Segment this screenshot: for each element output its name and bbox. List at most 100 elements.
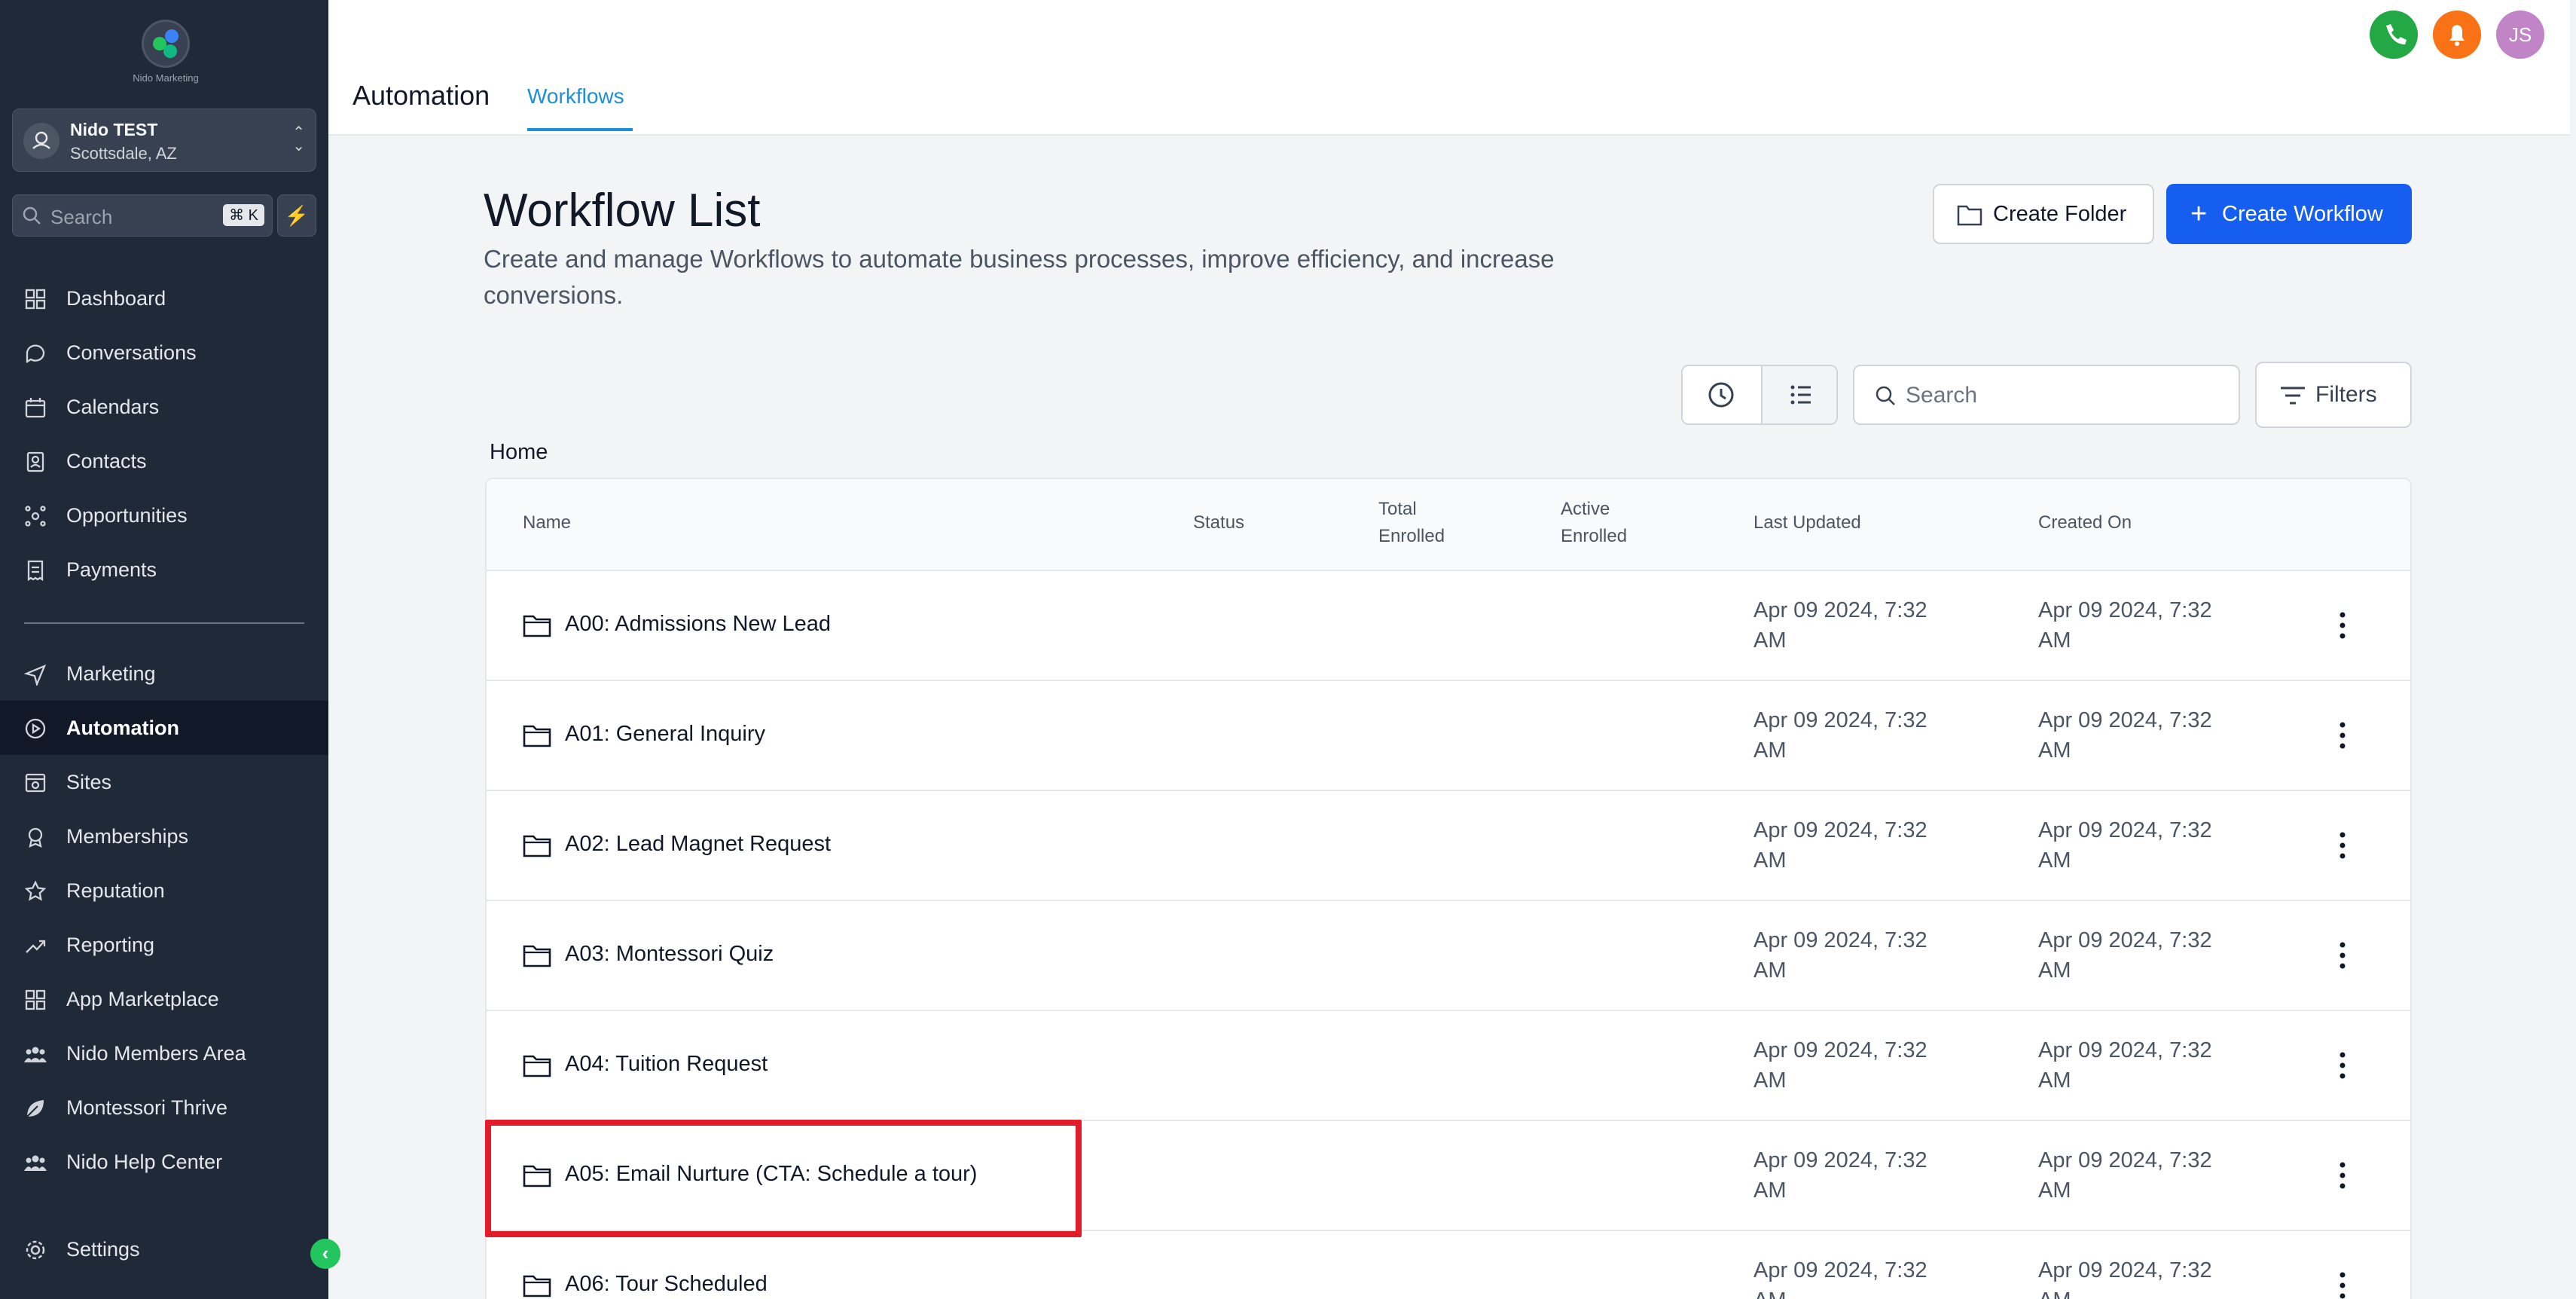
sidebar-item-label: Nido Help Center bbox=[66, 1151, 223, 1173]
table-row[interactable]: A02: Lead Magnet Request Apr 09 2024, 7:3… bbox=[487, 791, 2410, 901]
folder-icon bbox=[523, 1055, 551, 1077]
more-options-icon[interactable] bbox=[2333, 829, 2352, 862]
breadcrumb[interactable]: Home bbox=[490, 440, 548, 465]
sidebar-item-reputation[interactable]: Reputation bbox=[0, 863, 328, 918]
sidebar-item-label: Montessori Thrive bbox=[66, 1096, 228, 1119]
more-options-icon[interactable] bbox=[2333, 939, 2352, 972]
phone-icon[interactable] bbox=[2370, 11, 2418, 59]
notification-bell-icon[interactable] bbox=[2433, 11, 2481, 59]
workflow-folder-name[interactable]: A06: Tour Scheduled bbox=[565, 1272, 768, 1297]
sidebar-item-sites[interactable]: Sites bbox=[0, 755, 328, 809]
workflow-folder-name[interactable]: A03: Montessori Quiz bbox=[565, 942, 774, 967]
sidebar-item-montessori-thrive[interactable]: Montessori Thrive bbox=[0, 1080, 328, 1135]
column-header-last-updated[interactable]: Last Updated bbox=[1753, 509, 1861, 536]
sidebar-item-nido-members-area[interactable]: Nido Members Area bbox=[0, 1026, 328, 1080]
workflow-search-input[interactable]: Search bbox=[1853, 365, 2240, 425]
list-view-button[interactable] bbox=[1761, 366, 1836, 423]
automation-icon bbox=[25, 718, 46, 739]
column-header-name[interactable]: Name bbox=[523, 509, 571, 536]
sidebar-item-opportunities[interactable]: Opportunities bbox=[0, 488, 328, 543]
sidebar-item-label: Memberships bbox=[66, 825, 189, 848]
column-header-total-enrolled[interactable]: Total Enrolled bbox=[1378, 496, 1445, 550]
grid-icon bbox=[25, 989, 46, 1010]
sidebar-item-label: App Marketplace bbox=[66, 988, 219, 1010]
leaf-icon bbox=[26, 1100, 44, 1117]
more-options-icon[interactable] bbox=[2333, 719, 2352, 752]
sidebar-item-memberships[interactable]: Memberships bbox=[0, 809, 328, 863]
sidebar-item-settings[interactable]: Settings bbox=[0, 1222, 328, 1276]
sidebar-divider bbox=[24, 622, 304, 624]
search-placeholder: Search bbox=[50, 206, 113, 228]
table-row[interactable]: A04: Tuition Request Apr 09 2024, 7:32 AM A… bbox=[487, 1011, 2410, 1121]
clock-icon bbox=[1708, 382, 1734, 408]
created-on-cell: Apr 09 2024, 7:32AM bbox=[2038, 1038, 2212, 1093]
collapse-sidebar-icon[interactable]: ‹ bbox=[310, 1239, 340, 1269]
search-icon bbox=[23, 206, 41, 225]
workflow-folder-name[interactable]: A00: Admissions New Lead bbox=[565, 612, 831, 637]
sidebar-item-conversations[interactable]: Conversations bbox=[0, 326, 328, 380]
workflow-folder-name[interactable]: A02: Lead Magnet Request bbox=[565, 832, 831, 857]
star-icon bbox=[24, 880, 47, 901]
recent-view-button[interactable] bbox=[1683, 366, 1760, 423]
sidebar-item-dashboard[interactable]: Dashboard bbox=[0, 271, 328, 326]
sidebar-item-label: Dashboard bbox=[66, 287, 166, 310]
list-icon bbox=[1790, 385, 1811, 405]
sidebar-item-marketing[interactable]: Marketing bbox=[0, 646, 328, 701]
column-header-status[interactable]: Status bbox=[1193, 509, 1244, 536]
folder-icon bbox=[523, 1275, 551, 1297]
sidebar-item-label: Calendars bbox=[66, 396, 160, 418]
last-updated-cell: Apr 09 2024, 7:32AM bbox=[1753, 818, 1927, 873]
quick-action-bolt-icon[interactable]: ⚡ bbox=[277, 194, 316, 237]
plus-icon: + bbox=[2190, 198, 2208, 230]
workflow-folder-name[interactable]: A01: General Inquiry bbox=[565, 722, 765, 747]
more-options-icon[interactable] bbox=[2333, 1269, 2352, 1299]
folder-icon bbox=[523, 615, 551, 637]
workflow-folder-name[interactable]: A04: Tuition Request bbox=[565, 1052, 768, 1077]
created-on-cell: Apr 09 2024, 7:32AM bbox=[2038, 708, 2212, 763]
last-updated-cell: Apr 09 2024, 7:32AM bbox=[1753, 598, 1927, 653]
sidebar-item-label: Automation bbox=[66, 717, 179, 739]
sidebar-item-reporting[interactable]: Reporting bbox=[0, 918, 328, 972]
more-options-icon[interactable] bbox=[2333, 609, 2352, 642]
page-heading: Workflow List bbox=[484, 185, 761, 237]
opportunities-icon bbox=[25, 506, 46, 527]
sidebar-item-label: Settings bbox=[66, 1238, 140, 1261]
filters-button[interactable]: Filters bbox=[2255, 362, 2412, 428]
table-row[interactable]: A01: General Inquiry Apr 09 2024, 7:32 AM A… bbox=[487, 681, 2410, 791]
sites-icon bbox=[25, 773, 46, 793]
view-toggle bbox=[1681, 365, 1838, 425]
sidebar-item-label: Reputation bbox=[66, 879, 165, 902]
table-row[interactable]: A06: Tour Scheduled Apr 09 2024, 7:32AM Ap… bbox=[487, 1231, 2410, 1299]
column-header-created-on[interactable]: Created On bbox=[2038, 509, 2132, 536]
sidebar-search[interactable]: Search ⌘ K bbox=[12, 194, 273, 237]
more-options-icon[interactable] bbox=[2333, 1159, 2352, 1192]
users-icon bbox=[24, 1047, 47, 1062]
sidebar-item-label: Nido Members Area bbox=[66, 1042, 246, 1065]
send-icon bbox=[24, 664, 47, 686]
last-updated-cell: Apr 09 2024, 7:32AM bbox=[1753, 1258, 1927, 1299]
table-row[interactable]: A00: Admissions New Lead Apr 09 2024, 7:3… bbox=[487, 571, 2410, 681]
user-avatar[interactable]: JS bbox=[2496, 11, 2544, 59]
company-logo[interactable]: Nido Marketing bbox=[121, 20, 211, 87]
sidebar-item-nido-help-center[interactable]: Nido Help Center bbox=[0, 1135, 328, 1189]
logo-text: Nido Marketing bbox=[133, 72, 199, 84]
sidebar-item-calendars[interactable]: Calendars bbox=[0, 380, 328, 434]
sidebar: Nido Marketing Nido TEST Scottsdale, AZ … bbox=[0, 0, 340, 1299]
column-header-active-enrolled[interactable]: Active Enrolled bbox=[1561, 496, 1627, 550]
create-workflow-button[interactable]: + Create Workflow bbox=[2166, 184, 2412, 244]
top-bar: Automation Workflows JS bbox=[328, 0, 2570, 136]
sidebar-item-contacts[interactable]: Contacts bbox=[0, 434, 328, 488]
sidebar-item-app-marketplace[interactable]: App Marketplace bbox=[0, 972, 328, 1026]
create-folder-button[interactable]: Create Folder bbox=[1933, 184, 2154, 244]
table-row[interactable]: A03: Montessori Quiz Apr 09 2024, 7:32 AM A… bbox=[487, 901, 2410, 1011]
active-tab-indicator bbox=[527, 128, 633, 131]
last-updated-cell: Apr 09 2024, 7:32AM bbox=[1753, 708, 1927, 763]
account-switcher[interactable]: Nido TEST Scottsdale, AZ ⌃ ⌄ bbox=[12, 109, 316, 172]
sidebar-item-label: Conversations bbox=[66, 341, 197, 364]
last-updated-cell: Apr 09 2024, 7:32AM bbox=[1753, 928, 1927, 983]
account-name: Nido TEST bbox=[70, 120, 158, 139]
sidebar-item-payments[interactable]: Payments bbox=[0, 543, 328, 597]
tab-workflows[interactable]: Workflows bbox=[527, 84, 624, 109]
sidebar-item-automation[interactable]: Automation bbox=[0, 701, 328, 755]
more-options-icon[interactable] bbox=[2333, 1049, 2352, 1082]
